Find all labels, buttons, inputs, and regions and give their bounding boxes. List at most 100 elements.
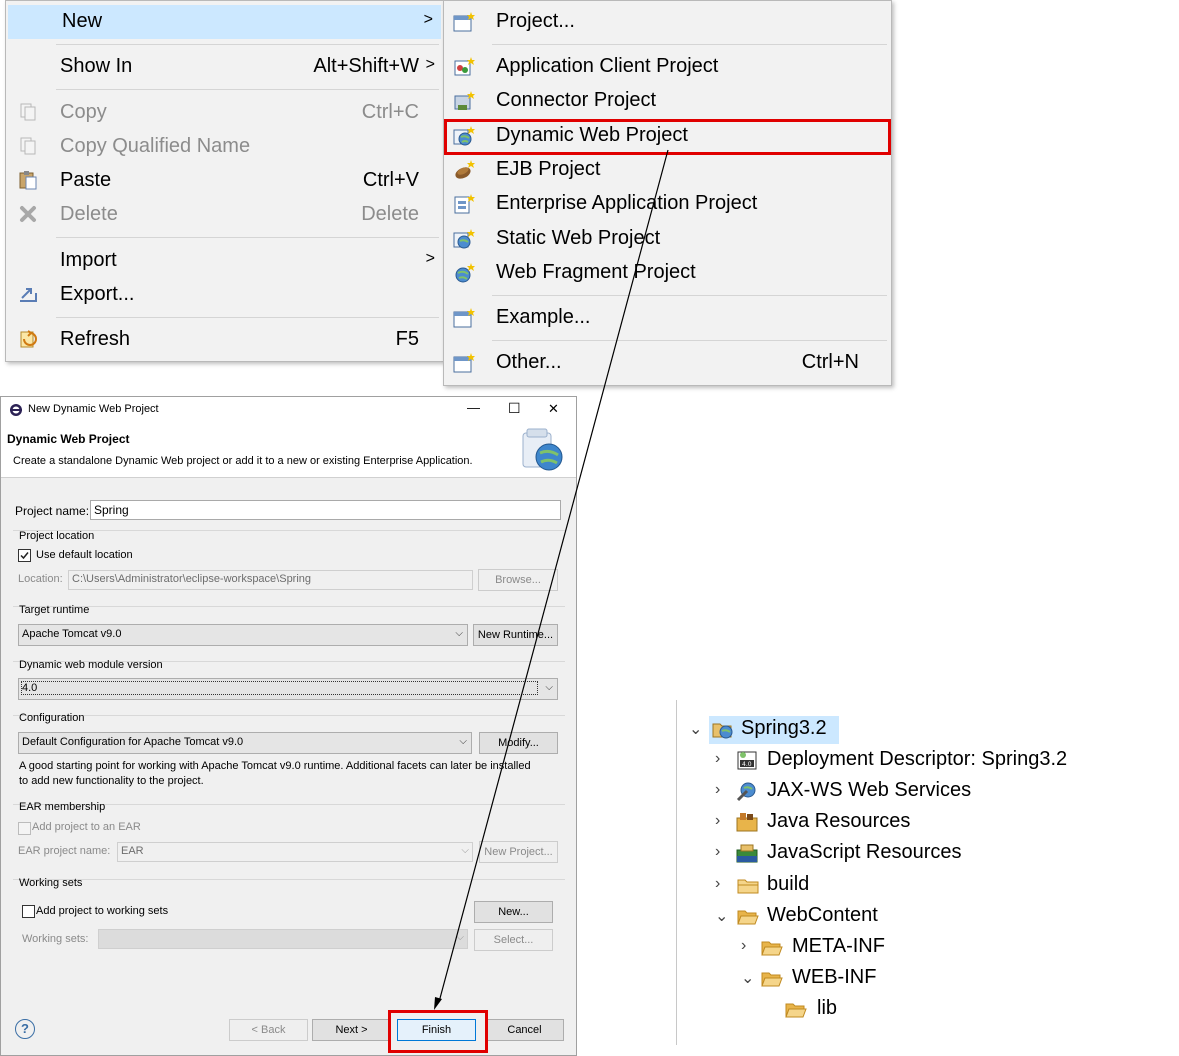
project-name-label: Project name:	[15, 504, 90, 518]
maximize-button[interactable]: ☐	[508, 400, 521, 417]
project-explorer-tree: ⌄ Spring3.2 › 4.0 Deployment Descriptor:…	[676, 700, 1177, 1045]
submenu-item-label: Connector Project	[496, 89, 657, 111]
menu-item-export[interactable]: Export...	[6, 278, 443, 312]
menu-item-import[interactable]: Import >	[6, 244, 443, 278]
submenu-item-project[interactable]: Project...	[444, 5, 891, 39]
menu-item-shortcut: F5	[395, 328, 419, 350]
menu-separator	[492, 340, 887, 341]
ear-project-name-dropdown[interactable]: EAR ⌵	[117, 842, 473, 862]
select-working-sets-button[interactable]: Select...	[474, 929, 553, 951]
java-resources-icon	[736, 813, 758, 832]
tree-node-root[interactable]: ⌄ Spring3.2	[687, 716, 847, 744]
connector-project-icon	[454, 91, 475, 110]
submenu-item-example[interactable]: Example...	[444, 301, 891, 335]
menu-item-refresh[interactable]: Refresh F5	[6, 323, 443, 357]
menu-item-paste[interactable]: Paste Ctrl+V	[6, 164, 443, 198]
copy-icon	[20, 103, 36, 121]
menu-item-delete[interactable]: Delete Delete	[6, 198, 443, 232]
submenu-item-enterprise-application-project[interactable]: Enterprise Application Project	[444, 187, 891, 221]
configuration-description: A good starting point for working with A…	[19, 760, 531, 787]
menu-item-new[interactable]: New >	[8, 5, 441, 39]
menu-item-copy-qualified-name[interactable]: Copy Qualified Name	[6, 130, 443, 164]
check-icon	[20, 552, 29, 560]
module-version-dropdown[interactable]: 4.0 ⌵	[18, 678, 558, 700]
tree-node-label: build	[767, 873, 810, 895]
use-default-location-label: Use default location	[36, 549, 133, 561]
location-input[interactable]: C:\Users\Administrator\eclipse-workspace…	[68, 570, 473, 590]
menu-item-label: Delete	[60, 203, 118, 225]
menu-item-shortcut: Ctrl+C	[361, 101, 419, 123]
project-location-label: Project location	[19, 530, 95, 542]
menu-item-copy[interactable]: Copy Ctrl+C	[6, 96, 443, 130]
add-to-working-sets-checkbox[interactable]	[22, 905, 35, 918]
add-to-ear-checkbox[interactable]	[18, 822, 31, 835]
collapsed-arrow-icon[interactable]: ›	[715, 843, 729, 861]
tree-node-label: Deployment Descriptor: Spring3.2	[767, 748, 1068, 770]
target-runtime-dropdown[interactable]: Apache Tomcat v9.0 ⌵	[18, 624, 468, 646]
add-to-ear-label: Add project to an EAR	[32, 821, 141, 833]
tree-node-label: META-INF	[792, 935, 885, 957]
use-default-location-checkbox[interactable]	[18, 549, 31, 562]
chevron-down-icon: ⌵	[456, 932, 464, 943]
configuration-dropdown[interactable]: Default Configuration for Apache Tomcat …	[18, 732, 472, 754]
submenu-arrow-icon: >	[425, 56, 435, 73]
new-runtime-button[interactable]: New Runtime...	[473, 624, 558, 646]
collapsed-arrow-icon[interactable]: ›	[741, 937, 755, 955]
menu-item-label: Import	[60, 249, 117, 271]
submenu-item-connector-project[interactable]: Connector Project	[444, 84, 891, 118]
new-working-set-button[interactable]: New...	[474, 901, 553, 923]
submenu-item-label: Example...	[496, 306, 591, 328]
paste-icon	[19, 171, 37, 190]
refresh-icon	[20, 330, 37, 348]
ejb-project-icon	[455, 160, 475, 179]
collapsed-arrow-icon[interactable]: ›	[715, 812, 729, 830]
collapsed-arrow-icon[interactable]: ›	[715, 781, 729, 799]
working-sets-dropdown[interactable]: ⌵	[98, 929, 468, 949]
chevron-down-icon: ⌵	[545, 682, 553, 693]
project-name-input[interactable]: Spring	[90, 500, 561, 520]
submenu-item-label: Web Fragment Project	[496, 261, 696, 283]
deployment-descriptor-icon: 4.0	[737, 751, 757, 770]
menu-item-show-in[interactable]: Show In Alt+Shift+W >	[6, 50, 443, 84]
new-ear-project-button[interactable]: New Project...	[479, 841, 558, 863]
menu-separator	[56, 237, 439, 238]
add-to-working-sets-label: Add project to working sets	[36, 905, 169, 917]
menu-separator	[492, 295, 887, 296]
tree-node-label: JavaScript Resources	[767, 841, 962, 863]
cancel-button[interactable]: Cancel	[485, 1019, 564, 1041]
svg-text:4.0: 4.0	[742, 761, 752, 768]
working-sets-label: Working sets	[19, 877, 83, 889]
module-version-value: 4.0	[20, 681, 539, 695]
configuration-value: Default Configuration for Apache Tomcat …	[22, 736, 244, 748]
expanded-arrow-icon[interactable]: ⌄	[741, 968, 755, 988]
submenu-item-ejb-project[interactable]: EJB Project	[444, 153, 891, 187]
submenu-item-application-client-project[interactable]: Application Client Project	[444, 50, 891, 84]
submenu-item-web-fragment-project[interactable]: Web Fragment Project	[444, 256, 891, 290]
help-button[interactable]: ?	[15, 1019, 35, 1039]
submenu-item-label: Application Client Project	[496, 55, 719, 77]
new-dynamic-web-project-dialog: New Dynamic Web Project — ☐ ✕ Dynamic We…	[0, 396, 577, 1056]
submenu-item-label: Static Web Project	[496, 227, 661, 249]
menu-separator	[56, 317, 439, 318]
collapsed-arrow-icon[interactable]: ›	[715, 875, 729, 893]
location-label: Location:	[18, 573, 63, 585]
expanded-arrow-icon[interactable]: ⌄	[689, 719, 703, 739]
submenu-item-static-web-project[interactable]: Static Web Project	[444, 222, 891, 256]
tree-node-label: WebContent	[767, 904, 878, 926]
close-button[interactable]: ✕	[548, 401, 559, 417]
collapsed-arrow-icon[interactable]: ›	[715, 750, 729, 768]
submenu-item-other[interactable]: Other... Ctrl+N	[444, 346, 891, 380]
new-submenu: Project... Application Client Project Co…	[443, 0, 892, 386]
back-button[interactable]: < Back	[229, 1019, 308, 1041]
menu-item-shortcut: Delete	[361, 203, 419, 225]
folder-icon	[737, 879, 759, 894]
modify-button[interactable]: Modify...	[479, 732, 558, 754]
submenu-item-shortcut: Ctrl+N	[801, 351, 859, 373]
minimize-button[interactable]: —	[467, 400, 480, 415]
browse-button[interactable]: Browse...	[478, 569, 558, 591]
chevron-down-icon: ⌵	[459, 736, 467, 747]
web-project-wizard-icon	[522, 428, 563, 471]
highlight-box-finish	[388, 1010, 488, 1053]
next-button[interactable]: Next >	[312, 1019, 391, 1041]
expanded-arrow-icon[interactable]: ⌄	[715, 906, 729, 926]
